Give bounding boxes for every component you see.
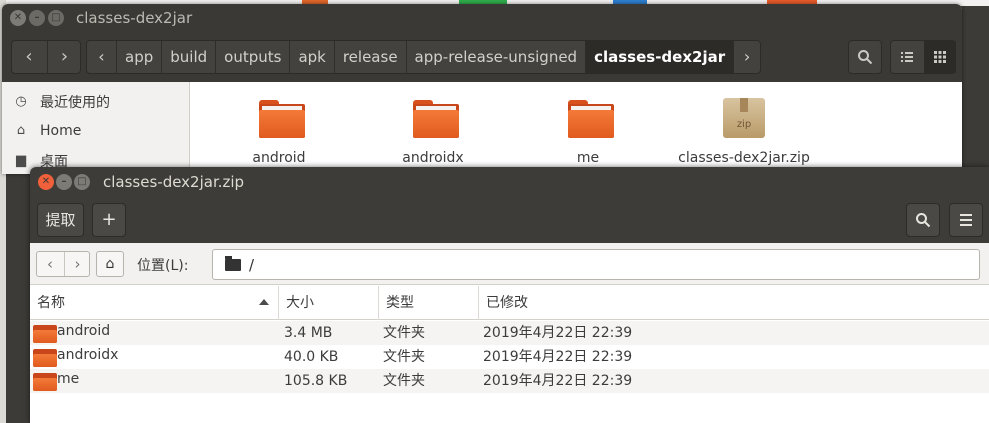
breadcrumb-scroll-left[interactable]: ‹ xyxy=(87,41,117,73)
folder-icon xyxy=(33,373,57,391)
file-manager-titlebar: ✕ – □ classes-dex2jar xyxy=(2,4,962,32)
search-button[interactable] xyxy=(848,40,882,74)
table-row[interactable]: androidx 40.0 KB 文件夹 2019年4月22日 22:39 xyxy=(30,345,989,369)
window-title: classes-dex2jar.zip xyxy=(103,173,245,191)
archive-titlebar: ✕ – □ classes-dex2jar.zip xyxy=(30,167,989,197)
row-size: 3.4 MB xyxy=(284,325,333,341)
list-empty-area xyxy=(30,393,989,423)
clock-icon: ◷ xyxy=(15,94,27,109)
folder-icon xyxy=(413,100,459,138)
file-name: classes-dex2jar.zip xyxy=(678,150,810,166)
folder-icon xyxy=(259,100,305,138)
folder-icon xyxy=(568,100,614,138)
row-name: android xyxy=(57,323,111,339)
file-list: android 3.4 MB 文件夹 2019年4月22日 22:39 andr… xyxy=(30,321,989,393)
sidebar-item-home[interactable]: ⌂ Home xyxy=(12,120,81,142)
folder-icon xyxy=(225,256,241,271)
sidebar-item-recent[interactable]: ◷ 最近使用的 xyxy=(12,91,110,113)
add-files-button[interactable]: + xyxy=(92,203,126,237)
window-title: classes-dex2jar xyxy=(76,9,193,27)
location-bar: ‹ › ⌂ 位置(L): / xyxy=(30,243,989,285)
row-size: 40.0 KB xyxy=(284,349,339,365)
location-input[interactable]: / xyxy=(212,249,980,280)
row-modified: 2019年4月22日 22:39 xyxy=(483,373,633,389)
location-value: / xyxy=(249,256,255,274)
column-header-modified[interactable]: 已修改 xyxy=(479,286,989,320)
minimize-window-button[interactable]: – xyxy=(29,10,45,26)
column-header-name[interactable]: 名称 xyxy=(30,286,279,320)
breadcrumb: ‹ app build outputs apk release app-rele… xyxy=(86,40,762,74)
forward-button[interactable]: › xyxy=(47,41,81,73)
table-row[interactable]: android 3.4 MB 文件夹 2019年4月22日 22:39 xyxy=(30,321,989,345)
file-manager-toolbar: ‹ › ‹ app build outputs apk release app-… xyxy=(2,32,962,82)
maximize-window-button[interactable]: □ xyxy=(74,174,90,190)
view-toggle xyxy=(890,40,956,74)
maximize-window-button[interactable]: □ xyxy=(48,10,64,26)
breadcrumb-item[interactable]: app xyxy=(117,41,163,73)
column-header-size[interactable]: 大小 xyxy=(279,286,379,320)
breadcrumb-item[interactable]: app-release-unsigned xyxy=(407,41,587,73)
sort-ascending-icon xyxy=(259,299,269,305)
file-name: android xyxy=(252,150,306,166)
location-label: 位置(L): xyxy=(137,258,189,274)
file-name: androidx xyxy=(402,150,464,166)
desktop-folder-icon: ▆ xyxy=(16,153,26,168)
file-item-android[interactable]: android xyxy=(209,96,349,166)
row-modified: 2019年4月22日 22:39 xyxy=(483,349,633,365)
list-view-button[interactable] xyxy=(891,41,923,73)
breadcrumb-item[interactable]: outputs xyxy=(216,41,291,73)
row-type: 文件夹 xyxy=(383,349,425,365)
back-button[interactable]: ‹ xyxy=(37,252,63,276)
column-header-type[interactable]: 类型 xyxy=(379,286,479,320)
file-item-zip[interactable]: zip classes-dex2jar.zip xyxy=(674,96,814,166)
zip-archive-icon: zip xyxy=(723,98,765,138)
row-name: me xyxy=(57,371,80,387)
row-type: 文件夹 xyxy=(383,373,425,389)
row-modified: 2019年4月22日 22:39 xyxy=(483,325,633,341)
folder-icon xyxy=(33,349,57,367)
row-type: 文件夹 xyxy=(383,325,425,341)
row-name: androidx xyxy=(57,347,119,363)
search-button[interactable] xyxy=(906,203,940,237)
file-name: me xyxy=(576,150,600,166)
grid-view-icon xyxy=(934,51,946,63)
archive-toolbar: 提取 + xyxy=(30,197,989,243)
home-icon: ⌂ xyxy=(16,123,26,138)
file-item-androidx[interactable]: androidx xyxy=(363,96,503,166)
home-icon: ⌂ xyxy=(105,256,115,272)
home-button[interactable]: ⌂ xyxy=(96,251,124,277)
file-manager-window: ✕ – □ classes-dex2jar ‹ › ‹ app build ou… xyxy=(2,4,962,174)
forward-button[interactable]: › xyxy=(64,252,90,276)
menu-button[interactable] xyxy=(949,203,983,237)
archive-manager-window: ✕ – □ classes-dex2jar.zip 提取 + ‹ › ⌂ 位置(… xyxy=(30,167,989,423)
folder-icon xyxy=(33,325,57,343)
breadcrumb-item[interactable]: build xyxy=(162,41,217,73)
sidebar-item-label: 最近使用的 xyxy=(40,95,110,111)
search-icon xyxy=(916,213,931,228)
list-view-icon xyxy=(901,52,913,62)
file-grid: android androidx me zip classes-dex2jar.… xyxy=(191,82,962,174)
search-icon xyxy=(858,50,873,65)
close-window-button[interactable]: ✕ xyxy=(38,174,54,190)
location-nav: ‹ › xyxy=(36,251,90,277)
list-header: 名称 大小 类型 已修改 xyxy=(30,286,989,320)
breadcrumb-item[interactable]: release xyxy=(335,41,407,73)
grid-view-button[interactable] xyxy=(924,41,956,73)
row-size: 105.8 KB xyxy=(284,373,348,389)
back-button[interactable]: ‹ xyxy=(12,41,46,73)
places-sidebar: ◷ 最近使用的 ⌂ Home ▆ 桌面 xyxy=(2,82,190,174)
minimize-window-button[interactable]: – xyxy=(56,174,72,190)
file-item-me[interactable]: me xyxy=(518,96,658,166)
close-window-button[interactable]: ✕ xyxy=(10,10,26,26)
breadcrumb-item[interactable]: apk xyxy=(290,41,335,73)
breadcrumb-item-current[interactable]: classes-dex2jar xyxy=(586,41,735,73)
sidebar-item-label: Home xyxy=(40,123,82,139)
table-row[interactable]: me 105.8 KB 文件夹 2019年4月22日 22:39 xyxy=(30,369,989,393)
history-nav: ‹ › xyxy=(11,40,81,74)
hamburger-menu-icon xyxy=(960,214,972,226)
extract-button[interactable]: 提取 xyxy=(37,203,84,237)
breadcrumb-scroll-right[interactable]: › xyxy=(734,41,760,73)
